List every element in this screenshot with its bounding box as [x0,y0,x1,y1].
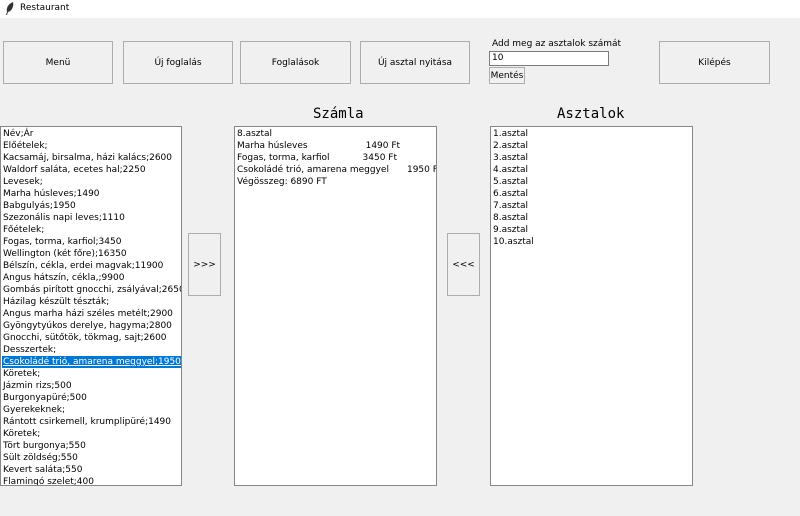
menu-list-item[interactable]: Köretek; [2,368,181,380]
menu-list-item[interactable]: Előételek; [2,140,181,152]
remove-from-bill-button[interactable]: <<< [447,233,480,296]
menu-list-item[interactable]: Főételek; [2,224,181,236]
table-list-item[interactable]: 9.asztal [492,224,692,236]
menu-list-item[interactable]: Marha húsleves;1490 [2,188,181,200]
table-list-item[interactable]: 1.asztal [492,128,692,140]
table-list-item[interactable]: 8.asztal [492,212,692,224]
bill-item-price: 3450 Ft [362,153,398,163]
table-list-item[interactable]: 7.asztal [492,200,692,212]
bill-list-item[interactable]: Végösszeg: 6890 FT [236,176,436,188]
menu-list-item[interactable]: Flamingó szelet;400 [2,476,181,485]
menu-list-item[interactable]: Szezonális napi leves;1110 [2,212,181,224]
menu-list-item[interactable]: Tört burgonya;550 [2,440,181,452]
menu-list-item[interactable]: Rántott csirkemell, krumplipüré;1490 [2,416,181,428]
table-count-label: Add meg az asztalok számát [492,39,622,49]
menu-list-item[interactable]: Fogas, torma, karfiol;3450 [2,236,181,248]
table-list-item[interactable]: 3.asztal [492,152,692,164]
new-booking-button[interactable]: Új foglalás [123,41,233,84]
table-list-item[interactable]: 5.asztal [492,176,692,188]
menu-list-item[interactable]: Kacsamáj, birsalma, házi kalács;2600 [2,152,181,164]
open-table-button[interactable]: Új asztal nyitása [360,41,470,84]
menu-list-item[interactable]: Wellington (két főre);16350 [2,248,181,260]
bill-item-price: 1490 Ft [365,141,401,151]
bill-list-item[interactable]: 8.asztal [236,128,436,140]
bill-list-item[interactable]: Csokoládé trió, amarena meggyel 1950 Ft [236,164,436,176]
bill-list-item[interactable]: Fogas, torma, karfiol 3450 Ft [236,152,436,164]
menu-list-item[interactable]: Burgonyapüré;500 [2,392,181,404]
menu-list-item[interactable]: Gombás pirított gnocchi, zsályával;2650 [2,284,181,296]
bill-item-name: Fogas, torma, karfiol [237,153,330,163]
add-to-bill-button[interactable]: >>> [188,233,221,296]
bill-heading: Számla [313,106,364,122]
table-list-item[interactable]: 2.asztal [492,140,692,152]
menu-listbox[interactable]: Név;Ár Előételek; Kacsamáj, birsalma, házi… [0,126,182,486]
menu-list-item[interactable]: Levesek; [2,176,181,188]
table-list-item[interactable]: 4.asztal [492,164,692,176]
menu-button[interactable]: Menü [3,41,113,84]
exit-button[interactable]: Kilépés [659,41,770,84]
table-list-item[interactable]: 10.asztal [492,236,692,248]
menu-list-item[interactable]: Desszertek; [2,344,181,356]
menu-list-item[interactable]: Angus marha házi széles metélt;2900 [2,308,181,320]
menu-list-item[interactable]: Sült zöldség;550 [2,452,181,464]
bill-list-item[interactable]: Marha húsleves 1490 Ft [236,140,436,152]
bill-listbox[interactable]: 8.asztal Marha húsleves 1490 Ft Fogas, torm… [234,126,437,486]
menu-list-item[interactable]: Gyerekeknek; [2,404,181,416]
bill-item-price: 1950 Ft [406,165,436,175]
menu-list-item[interactable]: Csokoládé trió, amarena meggyel;1950 [2,356,181,368]
menu-list-item[interactable]: Angus hátszín, cékla,;9900 [2,272,181,284]
window-title: Restaurant [20,3,70,13]
table-count-input[interactable]: 10 [489,51,609,66]
table-list-item[interactable]: 6.asztal [492,188,692,200]
menu-list-item[interactable]: Házilag készült tészták; [2,296,181,308]
save-button[interactable]: Mentés [489,67,525,84]
menu-list-item[interactable]: Bélszín, cékla, erdei magvak;11900 [2,260,181,272]
bill-item-name: Marha húsleves [237,141,308,151]
menu-list-item[interactable]: Kevert saláta;550 [2,464,181,476]
menu-list-item[interactable]: Gnocchi, sütőtök, tökmag, sajt;2600 [2,332,181,344]
menu-list-item[interactable]: Köretek; [2,428,181,440]
feather-icon [6,2,14,15]
menu-list-item[interactable]: Jázmin rizs;500 [2,380,181,392]
bill-item-name: 8.asztal [237,129,273,139]
tables-listbox[interactable]: 1.asztal 2.asztal 3.asztal 4.asztal 5.asztal… [490,126,693,486]
bill-item-name: Végösszeg: 6890 FT [237,177,327,187]
menu-list-item[interactable]: Gyöngytyúkos derelye, hagyma;2800 [2,320,181,332]
menu-list-item[interactable]: Név;Ár [2,128,181,140]
menu-list-item[interactable]: Waldorf saláta, ecetes hal;2250 [2,164,181,176]
menu-list-item[interactable]: Babgulyás;1950 [2,200,181,212]
title-bar: Restaurant [0,0,800,18]
bill-item-name: Csokoládé trió, amarena meggyel [237,165,389,175]
tables-heading: Asztalok [557,106,625,122]
bookings-button[interactable]: Foglalások [240,41,351,84]
